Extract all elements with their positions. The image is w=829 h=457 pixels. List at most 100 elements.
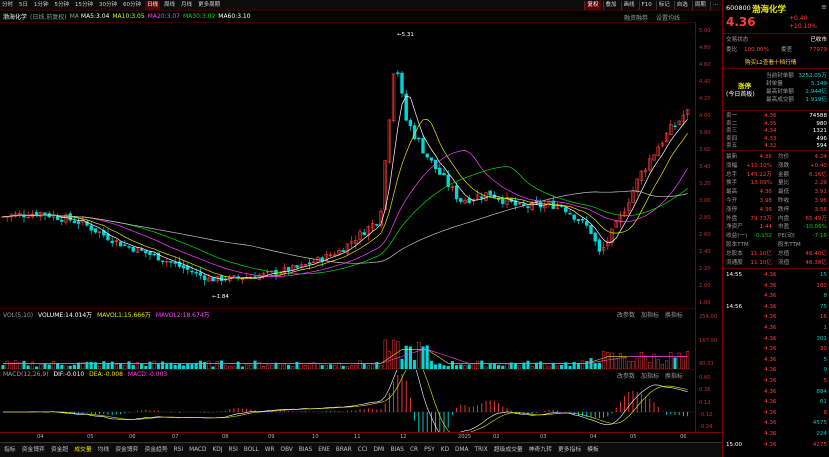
period-tab[interactable]: 30分钟: [97, 1, 119, 10]
toolbar-button[interactable]: 画线: [620, 1, 637, 10]
period-tab[interactable]: 月线: [179, 1, 194, 10]
vol-change-params[interactable]: 改参数: [617, 312, 635, 319]
trade-status-row: 交易状态 已收市: [726, 36, 827, 44]
toolbar-button[interactable]: 复权: [584, 1, 601, 10]
indicator-tab[interactable]: CCI: [355, 445, 371, 456]
set-ma-link[interactable]: 设置均线: [656, 13, 680, 22]
book-row: 卖五 4.32 594: [726, 142, 827, 150]
indicator-tab[interactable]: 资金超: [48, 445, 71, 456]
period-tab[interactable]: 1分钟: [32, 1, 51, 10]
indicator-tab[interactable]: KD: [438, 445, 452, 456]
toolbar-button[interactable]: ···: [709, 1, 720, 10]
indicator-tab[interactable]: 资金博弈: [112, 445, 141, 456]
tick-volume: 9: [823, 367, 827, 374]
vol-indicator-name[interactable]: VOL(5,10): [3, 312, 33, 319]
volume-bar: [161, 361, 165, 370]
period-tab[interactable]: 15分钟: [73, 1, 95, 10]
candle-body: [106, 233, 110, 241]
toolbar-button[interactable]: 自选: [673, 1, 690, 10]
indicator-tab[interactable]: 指标: [1, 445, 19, 456]
indicator-tab[interactable]: WR: [262, 445, 278, 456]
vol-switch-indicator[interactable]: 换指标: [665, 312, 683, 319]
candle-body: [425, 153, 429, 158]
period-tab[interactable]: 更多周期: [196, 1, 222, 10]
margin-trading-link[interactable]: 融资融券: [624, 13, 648, 22]
indicator-tab[interactable]: 均线: [95, 445, 113, 456]
tick-price: 4.36: [764, 378, 777, 384]
limit-stat-value: 3252.05万: [798, 73, 827, 79]
candle-body: [127, 246, 131, 248]
indicator-tab[interactable]: 资金博弈: [19, 445, 48, 456]
candle-body: [438, 167, 442, 175]
period-tab[interactable]: 周线: [162, 1, 177, 10]
period-toolbar: 分时 5日 1分钟 5分钟 15分钟 30分钟 60分钟 日线 周线 月线 更多周期 复权 叠加 画线 F1…: [0, 0, 722, 11]
volume-bar: [110, 361, 114, 370]
candle-body: [408, 120, 413, 126]
toolbar-button[interactable]: F10: [638, 1, 654, 10]
indicator-tab[interactable]: MACD: [186, 445, 209, 456]
indicator-tab[interactable]: BOLL: [241, 445, 262, 456]
indicator-tab[interactable]: RSI: [225, 445, 240, 456]
date-tick-label: 04: [37, 434, 44, 440]
macd-add-indicator[interactable]: 加指标: [641, 373, 659, 380]
ma10-value: MA10:3.05: [112, 12, 145, 20]
axis-tick-label: 0.12: [699, 399, 711, 406]
trade-status-value: 已收市: [810, 37, 827, 43]
candlestick-chart[interactable]: [0, 23, 695, 309]
macd-switch-indicator[interactable]: 换指标: [665, 373, 683, 380]
indicator-tab[interactable]: DMA: [452, 445, 471, 456]
indicator-tab[interactable]: 成交量: [71, 445, 94, 456]
volume-bar: [677, 352, 681, 370]
indicator-tab[interactable]: DMI: [370, 445, 387, 456]
stat-label: 最新: [726, 154, 738, 160]
indicator-tab[interactable]: 模板: [584, 445, 602, 456]
period-tab[interactable]: 5日: [17, 1, 30, 10]
volume-pane[interactable]: VOL(5,10) VOLUME:14.014万 MAVOL1:15.666万 …: [0, 308, 695, 370]
volume-bar: [673, 357, 677, 370]
period-tab[interactable]: 分时: [0, 1, 15, 10]
axis-tick-label: 0.36: [699, 387, 711, 394]
toolbar-button[interactable]: 叠加: [602, 1, 619, 10]
indicator-tab[interactable]: ENE: [315, 445, 333, 456]
macd-pane[interactable]: MACD(12,26,9) DIF:-0.010 DEA:-0.008 MACD…: [0, 353, 695, 457]
indicator-tab[interactable]: 资金趋势: [141, 445, 170, 456]
macd-indicator-name[interactable]: MACD(12,26,9): [3, 371, 49, 378]
period-tab[interactable]: 60分钟: [121, 1, 143, 10]
level2-link[interactable]: 购买L2查看十档行情: [745, 58, 796, 66]
mavol-line: [3, 349, 688, 364]
fq-label[interactable]: (日线,前复权): [30, 12, 67, 21]
indicator-tab[interactable]: PSY: [421, 445, 438, 456]
indicator-tab[interactable]: RSI: [171, 445, 186, 456]
period-tab[interactable]: 5分钟: [53, 1, 72, 10]
stat-value: 3.96: [814, 198, 827, 204]
indicator-tab[interactable]: CR: [407, 445, 421, 456]
toolbar-button[interactable]: 周期: [691, 1, 708, 10]
indicator-tab[interactable]: 神奇九转: [526, 445, 555, 456]
price-chart[interactable]: ←5.31 ←1.84: [0, 22, 695, 308]
ma-label: MA: [69, 12, 79, 20]
indicator-tab[interactable]: BIAS: [296, 445, 315, 456]
period-tab[interactable]: 日线: [145, 0, 161, 10]
volume-bar: [408, 346, 412, 370]
indicator-tab[interactable]: 超级成交量: [491, 445, 526, 456]
indicator-tab[interactable]: BRAR: [333, 445, 355, 456]
vol-add-indicator[interactable]: 加指标: [641, 312, 659, 319]
indicator-tab[interactable]: OBV: [278, 445, 296, 456]
tick-volume: 224: [816, 431, 827, 437]
macd-chart[interactable]: [0, 353, 695, 457]
panel-expand-icon[interactable]: ≡: [821, 3, 827, 11]
candle-body: [139, 248, 144, 251]
indicator-tab[interactable]: BIAS: [388, 445, 407, 456]
candle-body: [589, 225, 593, 234]
toolbar-button[interactable]: 标记: [655, 1, 672, 10]
candle-body: [295, 265, 299, 268]
tick-price: 4.36: [764, 293, 777, 300]
candle-body: [593, 232, 597, 242]
indicator-tab[interactable]: KDJ: [209, 445, 225, 456]
indicator-tab[interactable]: 更多指标: [555, 445, 584, 456]
indicator-tab[interactable]: TRIX: [471, 445, 490, 456]
macd-change-params[interactable]: 改参数: [617, 373, 635, 380]
stat-label: 金额: [778, 171, 790, 178]
volume-axis: 254.00 167.00 90.01: [695, 308, 722, 369]
tick-row: 4.36 4575: [726, 419, 827, 427]
